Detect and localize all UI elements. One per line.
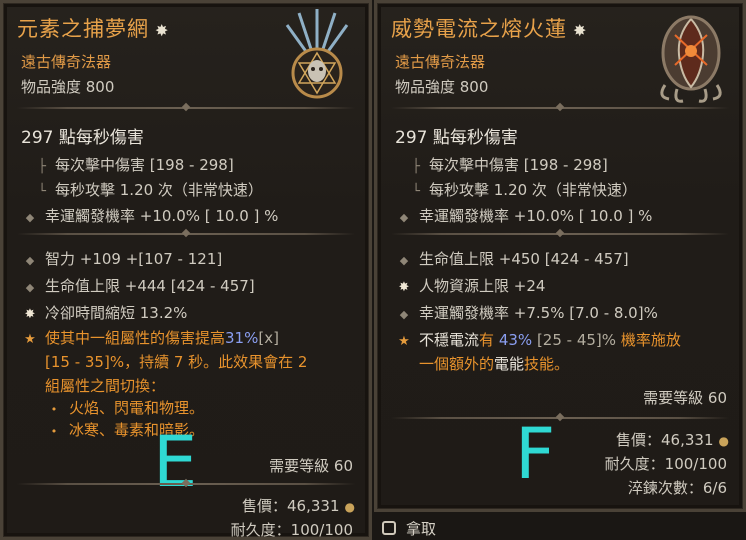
damage-per-hit: ├ 每次擊中傷害 [198 - 298] <box>412 156 608 174</box>
item-tooltip-left: 元素之捕夢網 ✸ 遠古傳奇法器 物品強度 800 297 點每秒傷害 ├ 每次擊中傷… <box>0 0 372 540</box>
lucky-hit-implicit: ◆ 幸運觸發機率 +10.0% [ 10.0 ] % <box>399 207 653 225</box>
mouse-button-icon <box>382 521 396 535</box>
divider <box>391 107 729 109</box>
item-rarity: 遠古傳奇法器 <box>395 53 486 71</box>
durability: 耐久度：100/100 <box>230 521 353 539</box>
sell-price: 售價：46,331 ● <box>616 431 729 449</box>
sell-price: 售價：46,331 ● <box>242 497 355 515</box>
damage-per-second: 297 點每秒傷害 <box>21 128 144 148</box>
gold-coin-icon: ● <box>718 434 729 448</box>
required-level: 需要等級 60 <box>269 457 353 475</box>
item-power: 物品強度 800 <box>21 78 115 96</box>
attacks-per-second: └ 每秒攻擊 1.20 次（非常快速） <box>412 181 637 199</box>
stat-line-greater: ✸ 冷卻時間縮短 13.2% <box>24 304 188 322</box>
stat-line: ◆ 生命值上限 +450 [424 - 457] <box>399 250 629 268</box>
item-rarity: 遠古傳奇法器 <box>21 53 112 71</box>
ancestral-star-icon: ✸ <box>573 21 588 40</box>
gold-coin-icon: ● <box>344 500 355 514</box>
damage-per-hit: ├ 每次擊中傷害 [198 - 298] <box>38 156 234 174</box>
lucky-hit-implicit: ◆ 幸運觸發機率 +10.0% [ 10.0 ] % <box>25 207 279 225</box>
dreamcatcher-emblem-icon <box>285 9 349 99</box>
item-title: 威勢電流之熔火蓮 ✸ <box>391 17 588 41</box>
legendary-aspect-sub: • 火焰、閃電和物理。 <box>50 399 205 417</box>
divider <box>391 417 729 419</box>
legendary-aspect-line: 組屬性之間切換： <box>45 377 166 395</box>
divider <box>17 233 355 235</box>
durability: 耐久度：100/100 <box>604 455 727 473</box>
legendary-aspect: ★ 不穩電流有 43% [25 - 45]% 機率施放 <box>398 331 681 349</box>
divider <box>17 107 355 109</box>
required-level: 需要等級 60 <box>643 389 727 407</box>
attacks-per-second: └ 每秒攻擊 1.20 次（非常快速） <box>38 181 263 199</box>
legendary-aspect-line: 一個額外的電能技能。 <box>419 355 570 373</box>
pickup-label: 拿取 <box>406 520 437 538</box>
stat-line-greater: ✸ 人物資源上限 +24 <box>398 277 546 295</box>
legendary-aspect: ★ 使其中一組屬性的傷害提高31%[x] <box>24 329 279 347</box>
comparison-marker-e: E <box>153 421 198 503</box>
masterwork-count: 淬鍊次數：6/6 <box>627 479 727 497</box>
comparison-marker-f: F <box>515 413 556 495</box>
stat-line: ◆ 生命值上限 +444 [424 - 457] <box>25 277 255 295</box>
legendary-aspect-line: [15 - 35]%，持續 7 秒。此效果會在 2 <box>45 353 308 371</box>
ancestral-star-icon: ✸ <box>155 21 170 40</box>
stat-line: ◆ 智力 +109 +[107 - 121] <box>25 250 223 268</box>
item-title: 元素之捕夢網 ✸ <box>17 17 170 41</box>
pickup-prompt[interactable]: 拿取 <box>374 514 746 540</box>
molten-lotus-emblem-icon <box>660 15 722 103</box>
item-power: 物品強度 800 <box>395 78 489 96</box>
stat-line: ◆ 幸運觸發機率 +7.5% [7.0 - 8.0]% <box>399 304 658 322</box>
item-tooltip-right: 威勢電流之熔火蓮 ✸ 遠古傳奇法器 物品強度 800 297 點每秒傷害 ├ 每次擊… <box>374 0 746 512</box>
divider <box>17 483 355 485</box>
damage-per-second: 297 點每秒傷害 <box>395 128 518 148</box>
divider <box>391 233 729 235</box>
